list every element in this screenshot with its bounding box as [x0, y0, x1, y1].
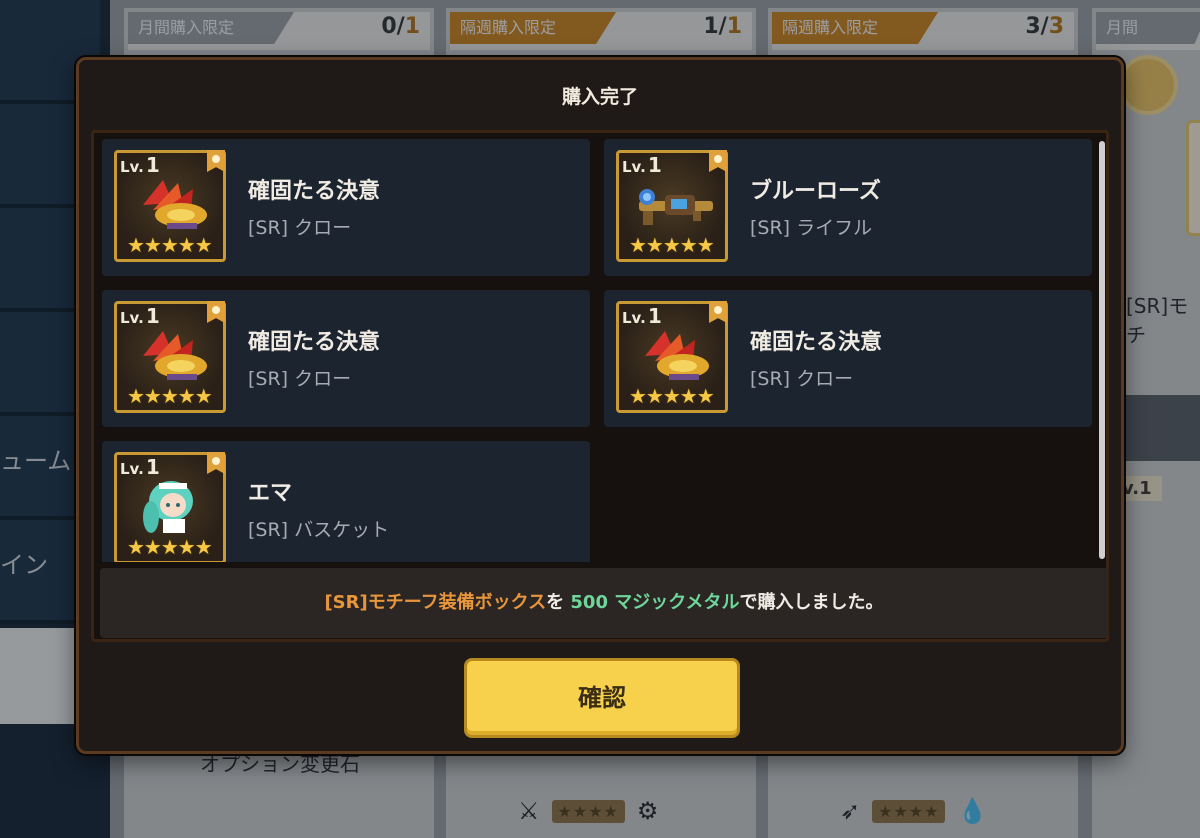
level-label: Lv. 1 [622, 153, 662, 177]
confirm-button[interactable]: 確認 [464, 658, 740, 738]
item-icon-frame[interactable]: Lv. 1 ★★★★★ [616, 150, 728, 262]
claw-weapon-icon [143, 180, 207, 229]
bookmark-icon [207, 301, 225, 323]
item-icon-frame[interactable]: Lv. 1 ★★★★★ [114, 301, 226, 413]
item-name: ブルーローズ [750, 179, 881, 204]
message-text: を [546, 592, 571, 613]
rarity-stars: ★★★★★ [629, 384, 715, 408]
bookmark-icon [207, 150, 225, 172]
item-type: [SR] ライフル [750, 217, 873, 239]
bookmark-icon [709, 301, 727, 323]
claw-weapon-icon [143, 331, 207, 380]
dialog-title: 購入完了 [561, 86, 638, 108]
level-label: Lv. 1 [120, 455, 160, 479]
message-text: で購入しました。 [739, 592, 884, 613]
rarity-stars: ★★★★★ [127, 535, 213, 559]
claw-weapon-icon [645, 331, 709, 380]
rifle-weapon-icon [639, 189, 713, 225]
result-panel: Lv. 1 ★★★★★ 確固たる決意 [SR] クロー Lv. 1 ★★★★★ … [91, 130, 1109, 642]
price-amount: 500 マジックメタル [570, 592, 740, 613]
item-type: [SR] バスケット [248, 519, 390, 541]
item-type: [SR] クロー [248, 368, 352, 390]
list-item[interactable]: Lv. 1 ★★★★★ 確固たる決意 [SR] クロー [604, 290, 1092, 427]
list-item[interactable]: Lv. 1 ★★★★★ エマ [SR] バスケット [102, 441, 590, 562]
item-icon-frame[interactable]: Lv. 1 ★★★★★ [114, 150, 226, 262]
item-name: 確固たる決意 [750, 330, 883, 355]
list-item[interactable]: Lv. 1 ★★★★★ ブルーローズ [SR] ライフル [604, 139, 1092, 276]
scrollbar[interactable] [1099, 141, 1105, 559]
level-label: Lv. 1 [120, 153, 160, 177]
list-item[interactable]: Lv. 1 ★★★★★ 確固たる決意 [SR] クロー [102, 139, 590, 276]
item-icon-frame[interactable]: Lv. 1 ★★★★★ [616, 301, 728, 413]
item-name: 確固たる決意 [248, 330, 381, 355]
rarity-stars: ★★★★★ [127, 384, 213, 408]
item-list[interactable]: Lv. 1 ★★★★★ 確固たる決意 [SR] クロー Lv. 1 ★★★★★ … [102, 139, 1102, 562]
level-label: Lv. 1 [622, 304, 662, 328]
level-label: Lv. 1 [120, 304, 160, 328]
rarity-stars: ★★★★★ [629, 233, 715, 257]
item-icon-frame[interactable]: Lv. 1 ★★★★★ [114, 452, 226, 562]
purchase-message: [SR]モチーフ装備ボックスを 500 マジックメタルで購入しました。 [100, 568, 1108, 638]
purchased-item-name: [SR]モチーフ装備ボックス [324, 592, 547, 613]
character-emma-icon [143, 481, 193, 533]
bookmark-icon [207, 452, 225, 474]
item-type: [SR] クロー [750, 368, 854, 390]
item-name: エマ [248, 481, 293, 506]
item-name: 確固たる決意 [248, 179, 381, 204]
rarity-stars: ★★★★★ [127, 233, 213, 257]
list-item[interactable]: Lv. 1 ★★★★★ 確固たる決意 [SR] クロー [102, 290, 590, 427]
item-type: [SR] クロー [248, 217, 352, 239]
bookmark-icon [709, 150, 727, 172]
purchase-complete-dialog: 購入完了 Lv. 1 ★★★★★ 確固たる決意 [SR] クロー Lv. 1 ★… [76, 57, 1124, 754]
